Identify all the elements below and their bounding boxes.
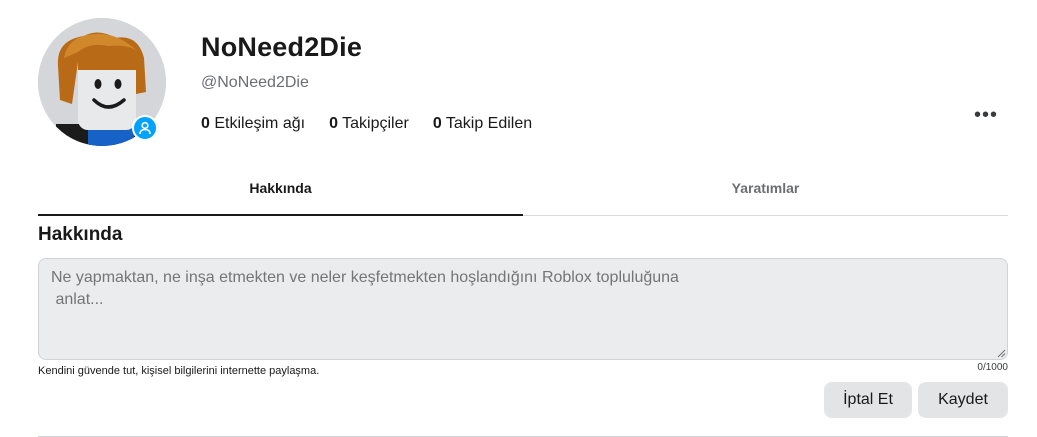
stat-label: Takipçiler — [342, 115, 409, 132]
about-textarea[interactable] — [38, 258, 1008, 360]
section-title: Hakkında — [38, 224, 123, 245]
stat-label: Takip Edilen — [445, 115, 533, 132]
safety-hint: Kendini güvende tut, kişisel bilgilerini… — [38, 365, 320, 377]
tab-creations[interactable]: Yaratımlar — [523, 168, 1008, 215]
profile-tabs: Hakkında Yaratımlar — [38, 168, 1008, 216]
resize-grip-icon[interactable] — [996, 348, 1006, 358]
stat-following[interactable]: 0 Takip Edilen — [433, 115, 532, 133]
avatar-container[interactable] — [38, 18, 166, 146]
stat-followers[interactable]: 0 Takipçiler — [329, 115, 409, 133]
profile-stats: 0 Etkileşim ağı 0 Takipçiler 0 Takip Edi… — [201, 115, 532, 133]
stat-count: 0 — [201, 115, 210, 132]
stat-count: 0 — [432, 115, 442, 132]
profile-header: NoNeed2Die @NoNeed2Die 0 Etkileşim ağı 0… — [38, 18, 1008, 148]
stat-connections[interactable]: 0 Etkileşim ağı — [201, 115, 305, 133]
save-button[interactable]: Kaydet — [918, 382, 1008, 418]
character-counter: 0/1000 — [977, 362, 1008, 373]
stat-label: Etkileşim ağı — [214, 115, 306, 132]
username: @NoNeed2Die — [201, 74, 309, 91]
stat-count: 0 — [329, 115, 338, 132]
display-name: NoNeed2Die — [201, 32, 363, 62]
cancel-button[interactable]: İptal Et — [824, 382, 912, 418]
tab-about[interactable]: Hakkında — [38, 168, 523, 216]
more-options-icon[interactable]: ••• — [974, 104, 998, 127]
online-status-icon — [132, 115, 158, 141]
